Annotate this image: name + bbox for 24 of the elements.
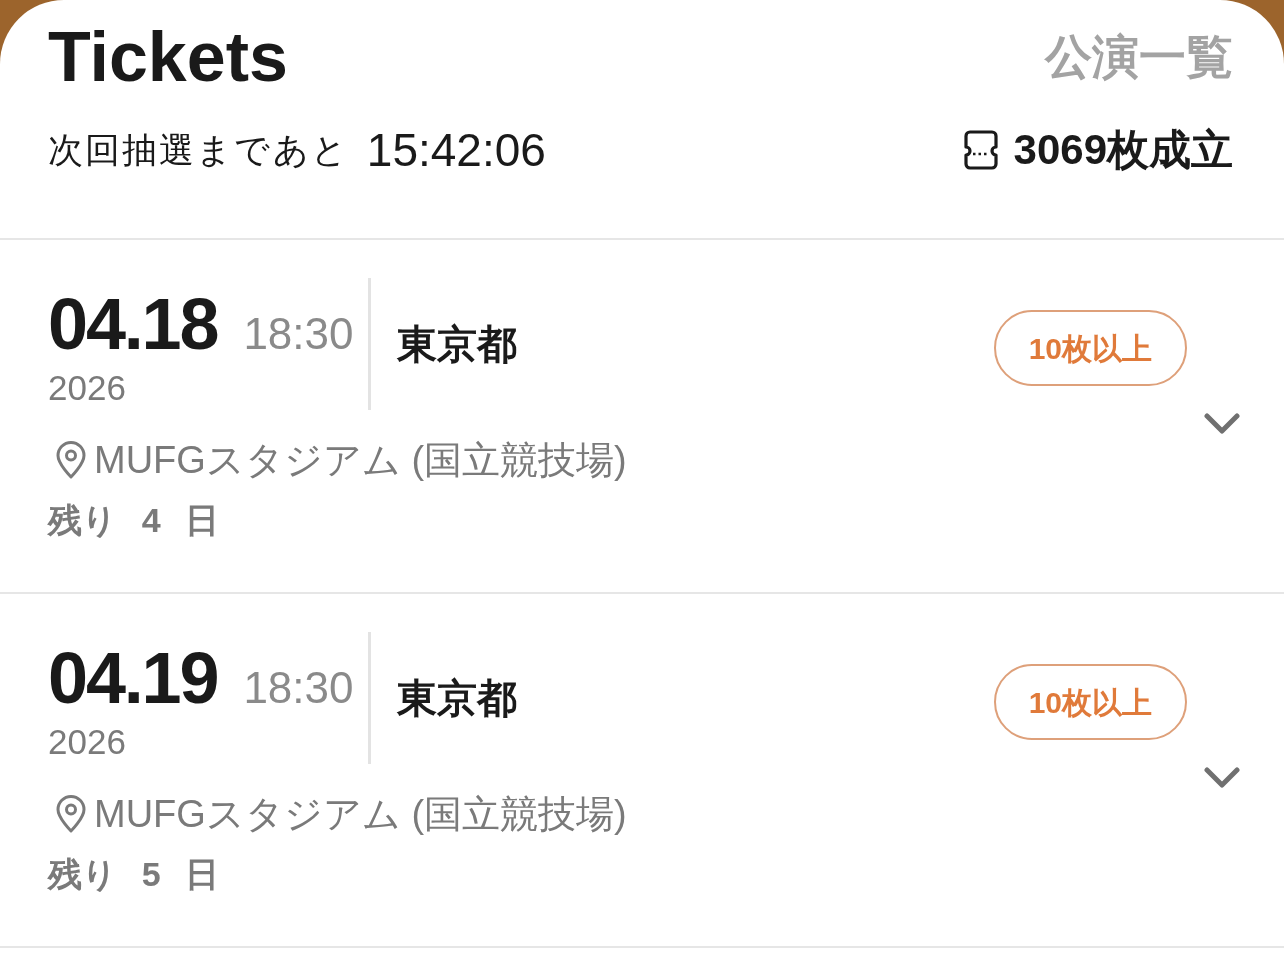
- countdown-label: 次回抽選まであと: [48, 129, 349, 171]
- chevron-down-icon[interactable]: [1204, 766, 1240, 790]
- location-pin-icon: [54, 795, 88, 833]
- event-time: 18:30: [243, 312, 354, 356]
- ticket-icon: [963, 130, 998, 170]
- venue-name: MUFGスタジアム (国立競技場): [94, 440, 627, 480]
- days-remaining: 残り 5 日: [48, 854, 220, 894]
- tickets-count: 3069枚成立: [1013, 125, 1233, 175]
- event-date: 04.19: [48, 642, 218, 714]
- chevron-down-icon[interactable]: [1204, 412, 1240, 436]
- event-year: 2026: [48, 722, 126, 762]
- venue-name: MUFGスタジアム (国立競技場): [94, 794, 627, 834]
- event-city: 東京都: [397, 321, 517, 368]
- performance-list-link[interactable]: 公演一覧: [1045, 31, 1233, 83]
- event-date: 04.18: [48, 288, 218, 360]
- location-pin-icon: [54, 441, 88, 479]
- ticket-count-badge: 10枚以上: [993, 310, 1187, 386]
- event-city: 東京都: [397, 675, 517, 722]
- event-time: 18:30: [243, 666, 354, 710]
- countdown-timer: 15:42:06: [366, 125, 546, 175]
- days-remaining: 残り 4 日: [48, 500, 220, 540]
- page-title: Tickets: [48, 22, 288, 92]
- ticket-count-badge: 10枚以上: [993, 664, 1187, 740]
- event-year: 2026: [48, 368, 126, 408]
